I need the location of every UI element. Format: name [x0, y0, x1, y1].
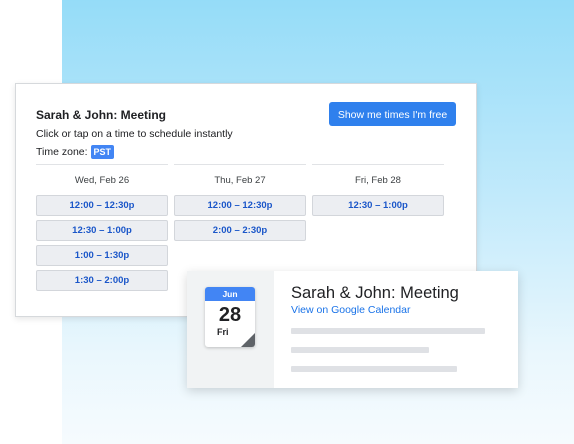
- view-calendar-link[interactable]: View on Google Calendar: [291, 304, 410, 316]
- day-column-thu: Thu, Feb 27 12:00 – 12:30p 2:00 – 2:30p: [174, 164, 306, 241]
- calendar-icon: Jun 28 Fri: [205, 287, 255, 347]
- time-slot[interactable]: 1:00 – 1:30p: [36, 245, 168, 266]
- day-column-wed: Wed, Feb 26 12:00 – 12:30p 12:30 – 1:00p…: [36, 164, 168, 291]
- time-slot[interactable]: 12:30 – 1:00p: [312, 195, 444, 216]
- day-header: Wed, Feb 26: [74, 175, 130, 186]
- calendar-day: 28: [218, 304, 242, 326]
- event-icon-panel: Jun 28 Fri: [187, 271, 274, 388]
- timezone-label: Time zone:: [36, 146, 88, 158]
- time-slot[interactable]: 12:30 – 1:00p: [36, 220, 168, 241]
- meeting-title: Sarah & John: Meeting: [36, 108, 167, 122]
- event-title: Sarah & John: Meeting: [291, 284, 459, 302]
- column-divider: [312, 164, 444, 165]
- day-header: Fri, Feb 28: [355, 175, 401, 186]
- timezone-row: Time zone: PST: [36, 145, 115, 159]
- calendar-month: Jun: [205, 287, 255, 301]
- time-slot[interactable]: 12:00 – 12:30p: [174, 195, 306, 216]
- event-card: Jun 28 Fri Sarah & John: Meeting View on…: [187, 271, 518, 388]
- instructions-text: Click or tap on a time to schedule insta…: [36, 128, 233, 140]
- day-header: Thu, Feb 27: [214, 175, 266, 186]
- day-column-fri: Fri, Feb 28 12:30 – 1:00p: [312, 164, 444, 216]
- slot-list: 12:00 – 12:30p 12:30 – 1:00p 1:00 – 1:30…: [36, 195, 168, 291]
- time-slot[interactable]: 1:30 – 2:00p: [36, 270, 168, 291]
- time-slot[interactable]: 2:00 – 2:30p: [174, 220, 306, 241]
- time-slot[interactable]: 12:00 – 12:30p: [36, 195, 168, 216]
- placeholder-line: [291, 328, 485, 334]
- show-free-times-button[interactable]: Show me times I'm free: [329, 102, 456, 126]
- slot-list: 12:00 – 12:30p 2:00 – 2:30p: [174, 195, 306, 241]
- column-divider: [36, 164, 168, 165]
- page-fold-icon: [241, 333, 255, 347]
- placeholder-line: [291, 366, 457, 372]
- placeholder-line: [291, 347, 429, 353]
- timezone-badge[interactable]: PST: [90, 145, 115, 159]
- slot-list: 12:30 – 1:00p: [312, 195, 444, 216]
- column-divider: [174, 164, 306, 165]
